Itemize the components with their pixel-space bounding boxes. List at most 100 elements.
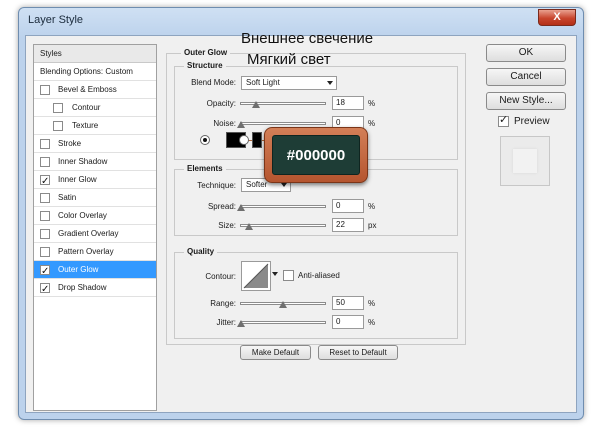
range-label: Range:	[210, 299, 236, 308]
style-checkbox[interactable]	[40, 173, 50, 191]
opacity-unit: %	[368, 99, 376, 108]
style-checkbox[interactable]	[40, 247, 50, 257]
spread-slider-handle[interactable]	[237, 204, 245, 211]
style-item[interactable]: Blending Options: Custom	[34, 63, 156, 81]
style-items: Blending Options: Custom Bevel & Emboss Co…	[34, 63, 156, 299]
style-checkbox[interactable]	[40, 263, 50, 281]
size-slider[interactable]	[240, 223, 326, 230]
style-checkbox[interactable]	[40, 281, 50, 299]
size-unit: px	[368, 221, 377, 230]
blend-mode-value: Soft Light	[246, 78, 280, 87]
preview-swatch	[513, 149, 537, 173]
reset-default-button[interactable]: Reset to Default	[318, 345, 398, 360]
range-slider[interactable]	[240, 301, 326, 308]
style-item-label: Pattern Overlay	[58, 247, 114, 256]
gradient-radio[interactable]	[239, 135, 249, 145]
styles-header[interactable]: Styles	[34, 45, 156, 63]
elements-label: Elements	[184, 164, 226, 173]
style-item-label: Inner Shadow	[58, 157, 108, 166]
layer-style-dialog: Layer Style X Styles Blending Options: C…	[18, 7, 584, 420]
size-slider-handle[interactable]	[244, 223, 253, 230]
style-checkbox[interactable]	[40, 157, 50, 167]
structure-label: Structure	[184, 61, 226, 70]
style-item[interactable]: Contour	[34, 99, 156, 117]
dialog-body: Styles Blending Options: Custom Bevel & E…	[25, 35, 577, 413]
range-slider-handle[interactable]	[279, 301, 287, 308]
style-item[interactable]: Pattern Overlay	[34, 243, 156, 261]
style-item[interactable]: Drop Shadow	[34, 279, 156, 299]
contour-curve-icon	[243, 263, 269, 289]
quality-label: Quality	[184, 247, 218, 256]
style-item-label: Inner Glow	[58, 175, 97, 184]
jitter-slider[interactable]	[237, 320, 326, 327]
range-input[interactable]: 50	[332, 296, 364, 310]
preview-thumbnail	[500, 136, 550, 186]
styles-list: Styles Blending Options: Custom Bevel & E…	[33, 44, 157, 411]
hex-color-callout: #000000	[264, 127, 368, 183]
style-item[interactable]: Outer Glow	[34, 261, 156, 281]
style-item[interactable]: Color Overlay	[34, 207, 156, 225]
chevron-down-icon	[327, 81, 333, 85]
noise-label: Noise:	[213, 119, 236, 128]
preview-checkbox[interactable]: ✓	[498, 114, 509, 127]
spread-label: Spread:	[207, 202, 236, 211]
opacity-slider[interactable]	[240, 101, 326, 108]
style-item[interactable]: Inner Glow	[34, 171, 156, 191]
close-button[interactable]: X	[538, 9, 576, 26]
opacity-input[interactable]: 18	[332, 96, 364, 110]
style-item-label: Gradient Overlay	[58, 229, 119, 238]
size-label: Size:	[218, 221, 236, 230]
style-item[interactable]: Stroke	[34, 135, 156, 153]
noise-slider[interactable]	[237, 121, 326, 128]
style-item[interactable]: Satin	[34, 189, 156, 207]
radio-dot-icon	[203, 138, 207, 142]
noise-slider-handle[interactable]	[237, 121, 245, 128]
style-item-label: Drop Shadow	[58, 283, 107, 292]
new-style-button[interactable]: New Style...	[486, 92, 566, 110]
style-item[interactable]: Texture	[34, 117, 156, 135]
blend-mode-select[interactable]: Soft Light	[241, 76, 337, 90]
ok-button[interactable]: OK	[486, 44, 566, 62]
cancel-button[interactable]: Cancel	[486, 68, 566, 86]
make-default-button[interactable]: Make Default	[240, 345, 311, 360]
style-checkbox[interactable]	[40, 139, 50, 149]
style-item-label: Contour	[72, 103, 101, 112]
style-checkbox[interactable]	[40, 229, 50, 239]
chevron-down-icon	[281, 183, 287, 187]
opacity-slider-handle[interactable]	[252, 101, 261, 108]
jitter-input[interactable]: 0	[332, 315, 364, 329]
style-item[interactable]: Inner Shadow	[34, 153, 156, 171]
spread-unit: %	[368, 202, 376, 211]
style-item[interactable]: Gradient Overlay	[34, 225, 156, 243]
technique-label: Technique:	[197, 181, 236, 190]
style-checkbox[interactable]	[40, 193, 50, 203]
style-checkbox[interactable]	[53, 103, 63, 113]
jitter-label: Jitter:	[216, 318, 236, 327]
style-checkbox[interactable]	[53, 121, 63, 131]
gradient-swatch[interactable]	[252, 132, 262, 148]
checkmark-icon: ✓	[499, 114, 509, 126]
style-checkbox[interactable]	[40, 211, 50, 221]
style-item[interactable]: Bevel & Emboss	[34, 81, 156, 99]
blend-mode-label: Blend Mode:	[191, 78, 236, 87]
annotation-outer-glow-ru: Внешнее свечение	[241, 30, 374, 47]
noise-unit: %	[368, 119, 376, 128]
jitter-slider-handle[interactable]	[237, 320, 245, 327]
anti-aliased-checkbox[interactable]	[283, 270, 294, 281]
contour-label: Contour:	[205, 272, 236, 281]
technique-value: Softer	[246, 180, 268, 189]
range-unit: %	[368, 299, 376, 308]
style-item-label: Satin	[58, 193, 77, 202]
contour-dropdown-arrow-icon[interactable]	[272, 272, 278, 276]
window-title: Layer Style	[28, 14, 84, 26]
contour-picker[interactable]	[241, 261, 271, 291]
spread-input[interactable]: 0	[332, 199, 364, 213]
style-item-label: Texture	[72, 121, 99, 130]
spread-slider[interactable]	[237, 204, 326, 211]
style-checkbox[interactable]	[40, 85, 50, 95]
solid-color-radio[interactable]	[200, 135, 210, 145]
size-input[interactable]: 22	[332, 218, 364, 232]
style-item-label: Blending Options: Custom	[40, 67, 133, 76]
annotation-blend-ru: Мягкий свет	[247, 51, 331, 68]
outer-glow-title: Outer Glow	[181, 48, 231, 57]
